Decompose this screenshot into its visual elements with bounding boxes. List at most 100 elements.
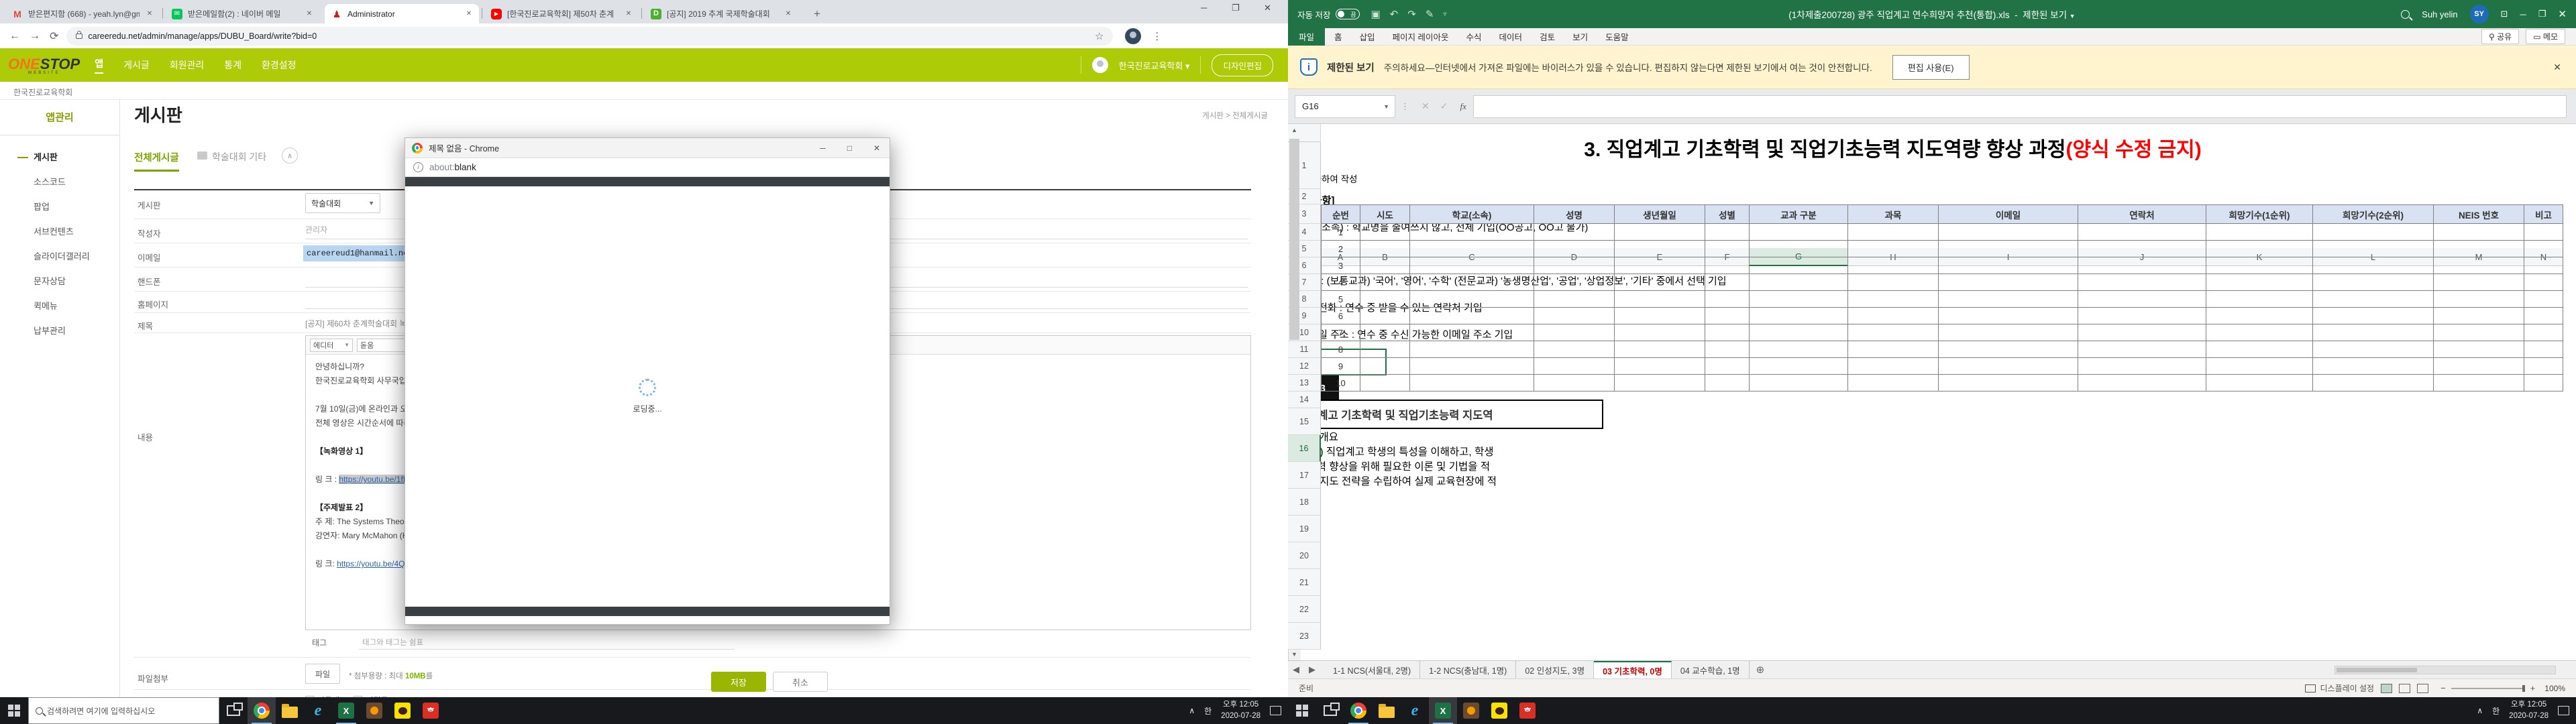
table-cell[interactable] (1615, 274, 1705, 291)
new-sheet-icon[interactable]: ⊕ (1756, 661, 1765, 678)
scrollbar-thumb[interactable] (1289, 139, 1299, 340)
table-cell[interactable] (1939, 291, 2078, 308)
writer-input[interactable]: 관리자 (305, 224, 327, 235)
kakao-taskbar-icon[interactable] (388, 697, 417, 724)
table-cell[interactable] (2524, 324, 2563, 341)
chrome-taskbar-icon[interactable] (248, 697, 276, 724)
sidebar-item-납부관리[interactable]: 납부관리 (0, 318, 119, 343)
horizontal-scrollbar[interactable] (2334, 666, 2556, 674)
table-cell[interactable] (1615, 341, 1705, 358)
table-cell[interactable] (1939, 274, 2078, 291)
table-cell[interactable] (2524, 241, 2563, 257)
org-dropdown[interactable]: 한국진로교육학회 ▾ (1119, 59, 1190, 72)
browser-tab[interactable]: ▶[한국진로교육학회] 제50차 춘계✕ (484, 4, 639, 23)
table-cell[interactable] (2206, 257, 2313, 274)
start-button[interactable] (0, 697, 28, 724)
table-cell[interactable] (1410, 241, 1534, 257)
tab-close-icon[interactable]: ✕ (463, 8, 475, 20)
window-close-button[interactable]: ✕ (1264, 3, 1271, 13)
chrome-taskbar-icon[interactable] (1344, 697, 1373, 724)
excel-taskbar-icon[interactable]: X (1429, 697, 1457, 724)
table-cell[interactable] (1360, 291, 1410, 308)
table-cell[interactable] (2313, 375, 2434, 391)
account-name[interactable]: Suh yelin (2422, 9, 2457, 19)
table-cell[interactable] (2434, 257, 2524, 274)
undo-icon[interactable]: ↶ (1390, 8, 1399, 20)
table-cell[interactable] (2313, 274, 2434, 291)
table-cell[interactable] (1705, 274, 1750, 291)
table-cell[interactable] (2313, 341, 2434, 358)
table-cell[interactable]: 8 (1321, 341, 1360, 358)
table-cell[interactable] (2078, 324, 2206, 341)
popup-close-button[interactable]: ✕ (873, 143, 880, 153)
new-tab-button[interactable]: + (808, 5, 826, 23)
table-cell[interactable] (2206, 291, 2313, 308)
table-cell[interactable] (2206, 274, 2313, 291)
gom-taskbar-icon[interactable] (1457, 697, 1485, 724)
taskbar-search[interactable]: 검색하려면 여기에 입력하십시오 (28, 697, 219, 724)
table-cell[interactable] (1410, 324, 1534, 341)
table-cell[interactable]: 6 (1321, 308, 1360, 324)
table-cell[interactable] (1848, 358, 1939, 375)
address-bar[interactable]: careeredu.net/admin/manage/apps/DUBU_Boa… (66, 27, 1113, 46)
table-cell[interactable] (1848, 241, 1939, 257)
table-cell[interactable] (2313, 324, 2434, 341)
table-cell[interactable] (1360, 324, 1410, 341)
table-cell[interactable] (2434, 224, 2524, 241)
table-cell[interactable] (1534, 224, 1615, 241)
table-cell[interactable] (2206, 324, 2313, 341)
banner-close-icon[interactable]: ✕ (2553, 62, 2561, 73)
name-box[interactable]: G16▼ (1295, 95, 1395, 118)
table-cell[interactable] (1410, 274, 1534, 291)
popup-maximize-button[interactable]: □ (847, 143, 852, 153)
table-cell[interactable] (2524, 358, 2563, 375)
table-cell[interactable] (1750, 375, 1848, 391)
task-view-taskbar-icon[interactable] (219, 697, 248, 724)
sidebar-item-퀵메뉴[interactable]: 퀵메뉴 (0, 294, 119, 318)
table-cell[interactable] (1939, 257, 2078, 274)
table-cell[interactable] (2313, 358, 2434, 375)
table-cell[interactable] (1410, 291, 1534, 308)
table-cell[interactable] (2206, 308, 2313, 324)
table-cell[interactable] (1534, 274, 1615, 291)
table-cell[interactable] (1534, 358, 1615, 375)
table-cell[interactable]: 9 (1321, 358, 1360, 375)
table-cell[interactable] (1615, 257, 1705, 274)
table-cell[interactable] (2524, 375, 2563, 391)
back-icon[interactable]: ← (9, 30, 20, 42)
table-cell[interactable] (1534, 341, 1615, 358)
tag-input[interactable]: 태그와 태그는 쉼표 (362, 637, 423, 648)
table-cell[interactable]: 2 (1321, 241, 1360, 257)
table-cell[interactable] (1615, 291, 1705, 308)
table-cell[interactable] (1939, 324, 2078, 341)
ime-indicator[interactable]: 한 (1204, 705, 1212, 717)
table-cell[interactable] (2206, 341, 2313, 358)
sheet-tab-02 인성지도, 3명[interactable]: 02 인성지도, 3명 (1516, 661, 1594, 679)
table-cell[interactable] (1848, 224, 1939, 241)
table-cell[interactable] (1848, 257, 1939, 274)
editor-link[interactable]: https://youtu.be/1fI (339, 475, 405, 484)
table-cell[interactable] (2434, 358, 2524, 375)
window-maximize-button[interactable]: ❐ (1232, 3, 1240, 13)
nav-item-통계[interactable]: 통계 (224, 58, 241, 72)
bookmark-star-icon[interactable]: ☆ (1095, 30, 1104, 42)
onestop-logo[interactable]: ONESTOP WEBSITE (8, 56, 80, 75)
table-cell[interactable] (1534, 291, 1615, 308)
ribbon-tab-보기[interactable]: 보기 (1572, 30, 1588, 43)
row-header-13[interactable]: 13 (1288, 375, 1321, 391)
table-cell[interactable] (1750, 341, 1848, 358)
tab-close-icon[interactable]: ✕ (782, 8, 794, 20)
tray-chevron-icon[interactable]: ∧ (2477, 706, 2483, 715)
table-cell[interactable] (1705, 291, 1750, 308)
table-cell[interactable] (1615, 241, 1705, 257)
table-cell[interactable] (2524, 341, 2563, 358)
sidebar-item-게시판[interactable]: 게시판 (0, 145, 119, 170)
excel-minimize-button[interactable]: ─ (2520, 9, 2526, 19)
table-cell[interactable] (2206, 224, 2313, 241)
table-cell[interactable] (2313, 308, 2434, 324)
table-cell[interactable] (1848, 375, 1939, 391)
popup-minimize-button[interactable]: ─ (820, 143, 826, 153)
table-cell[interactable] (1410, 224, 1534, 241)
table-cell[interactable] (2206, 358, 2313, 375)
row-header-16[interactable]: 16 (1288, 435, 1321, 462)
